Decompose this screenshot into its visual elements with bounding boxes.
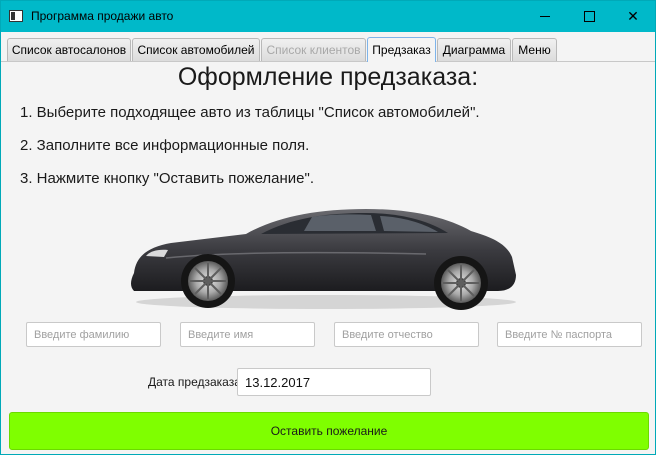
instruction-step-1: 1. Выберите подходящее авто из таблицы "… — [20, 104, 480, 121]
app-window: Программа продажи авто ✕ Список автосало… — [0, 0, 656, 455]
maximize-icon — [583, 11, 595, 22]
surname-input[interactable] — [26, 322, 161, 347]
window-title: Программа продажи авто — [31, 9, 174, 23]
page-title: Оформление предзаказа: — [177, 63, 479, 91]
maximize-button[interactable] — [567, 1, 611, 32]
passport-input[interactable] — [497, 322, 642, 347]
patronymic-input[interactable] — [334, 322, 479, 347]
car-image — [131, 209, 516, 310]
instruction-step-2: 2. Заполните все информационные поля. — [20, 137, 310, 154]
minimize-button[interactable] — [523, 1, 567, 32]
preorder-date-input[interactable] — [237, 368, 431, 396]
tab-bar: Список автосалонов Список автомобилей Сп… — [1, 32, 655, 62]
minimize-icon — [540, 16, 550, 17]
tab-clients: Список клиентов — [261, 38, 366, 61]
name-input[interactable] — [180, 322, 315, 347]
close-button[interactable]: ✕ — [611, 1, 655, 32]
title-bar[interactable]: Программа продажи авто ✕ — [1, 1, 655, 32]
tab-dealerships[interactable]: Список автосалонов — [7, 38, 131, 61]
instruction-step-3: 3. Нажмите кнопку "Оставить пожелание". — [20, 170, 315, 187]
app-icon — [9, 10, 23, 22]
tab-cars[interactable]: Список автомобилей — [132, 38, 260, 61]
close-icon: ✕ — [627, 8, 639, 24]
tab-preorder[interactable]: Предзаказ — [367, 37, 436, 62]
tab-chart[interactable]: Диаграмма — [437, 38, 511, 61]
tab-menu[interactable]: Меню — [512, 38, 557, 61]
submit-wish-button[interactable]: Оставить пожелание — [9, 412, 649, 450]
preorder-date-label: Дата предзаказа — [148, 375, 241, 389]
